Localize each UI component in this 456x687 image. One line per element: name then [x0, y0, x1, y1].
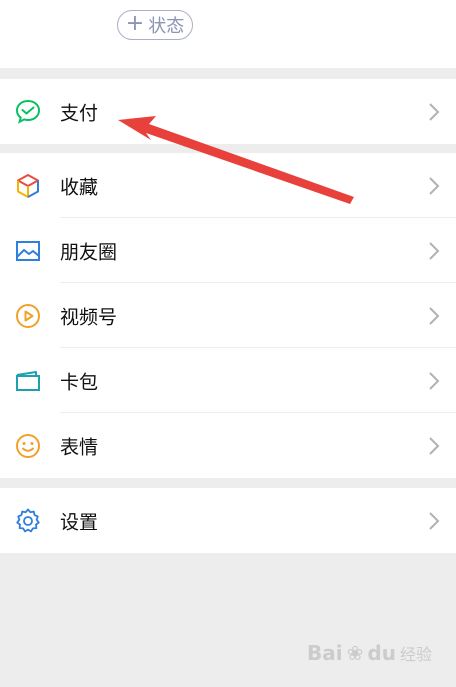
watermark-brand: Bai — [307, 641, 343, 665]
card-wallet-icon — [14, 367, 42, 395]
menu-item-channels[interactable]: 视频号 — [0, 283, 456, 348]
main-menu-group: 收藏 朋友圈 视频号 卡包 表情 — [0, 153, 456, 478]
menu-item-label: 朋友圈 — [60, 241, 118, 263]
status-label: 状态 — [148, 16, 185, 37]
settings-group: 设置 — [0, 488, 456, 553]
menu-item-payment[interactable]: 支付 — [0, 79, 456, 144]
chevron-right-icon — [429, 306, 440, 325]
chevron-right-icon — [429, 176, 440, 195]
menu-item-label: 表情 — [60, 436, 99, 458]
menu-item-favorites[interactable]: 收藏 — [0, 153, 456, 218]
favorites-cube-icon — [14, 172, 42, 200]
menu-item-settings[interactable]: 设置 — [0, 488, 456, 553]
moments-picture-icon — [14, 237, 42, 265]
menu-item-card-wallet[interactable]: 卡包 — [0, 348, 456, 413]
watermark-brand-suffix: du — [367, 641, 396, 665]
chevron-right-icon — [429, 241, 440, 260]
wechat-pay-icon — [14, 98, 42, 126]
menu-item-moments[interactable]: 朋友圈 — [0, 218, 456, 283]
chevron-right-icon — [429, 511, 440, 530]
baidu-watermark: Bai ❀ du 经验 — [307, 641, 432, 665]
watermark-sub: 经验 — [399, 645, 432, 664]
menu-item-stickers[interactable]: 表情 — [0, 413, 456, 478]
plus-icon: + — [125, 11, 145, 36]
menu-item-label: 设置 — [60, 511, 99, 533]
menu-item-label: 视频号 — [60, 306, 118, 328]
menu-item-label: 收藏 — [60, 176, 99, 198]
chevron-right-icon — [429, 371, 440, 390]
channels-play-icon — [14, 302, 42, 330]
profile-header: + 状态 — [0, 0, 456, 68]
settings-gear-icon — [14, 507, 42, 535]
menu-item-label: 卡包 — [60, 371, 99, 393]
payment-group: 支付 — [0, 79, 456, 144]
sticker-smiley-icon — [14, 432, 42, 460]
chevron-right-icon — [429, 436, 440, 455]
chevron-right-icon — [429, 102, 440, 121]
paw-icon: ❀ — [346, 641, 364, 665]
menu-item-label: 支付 — [60, 102, 99, 124]
add-status-button[interactable]: + 状态 — [117, 10, 193, 40]
